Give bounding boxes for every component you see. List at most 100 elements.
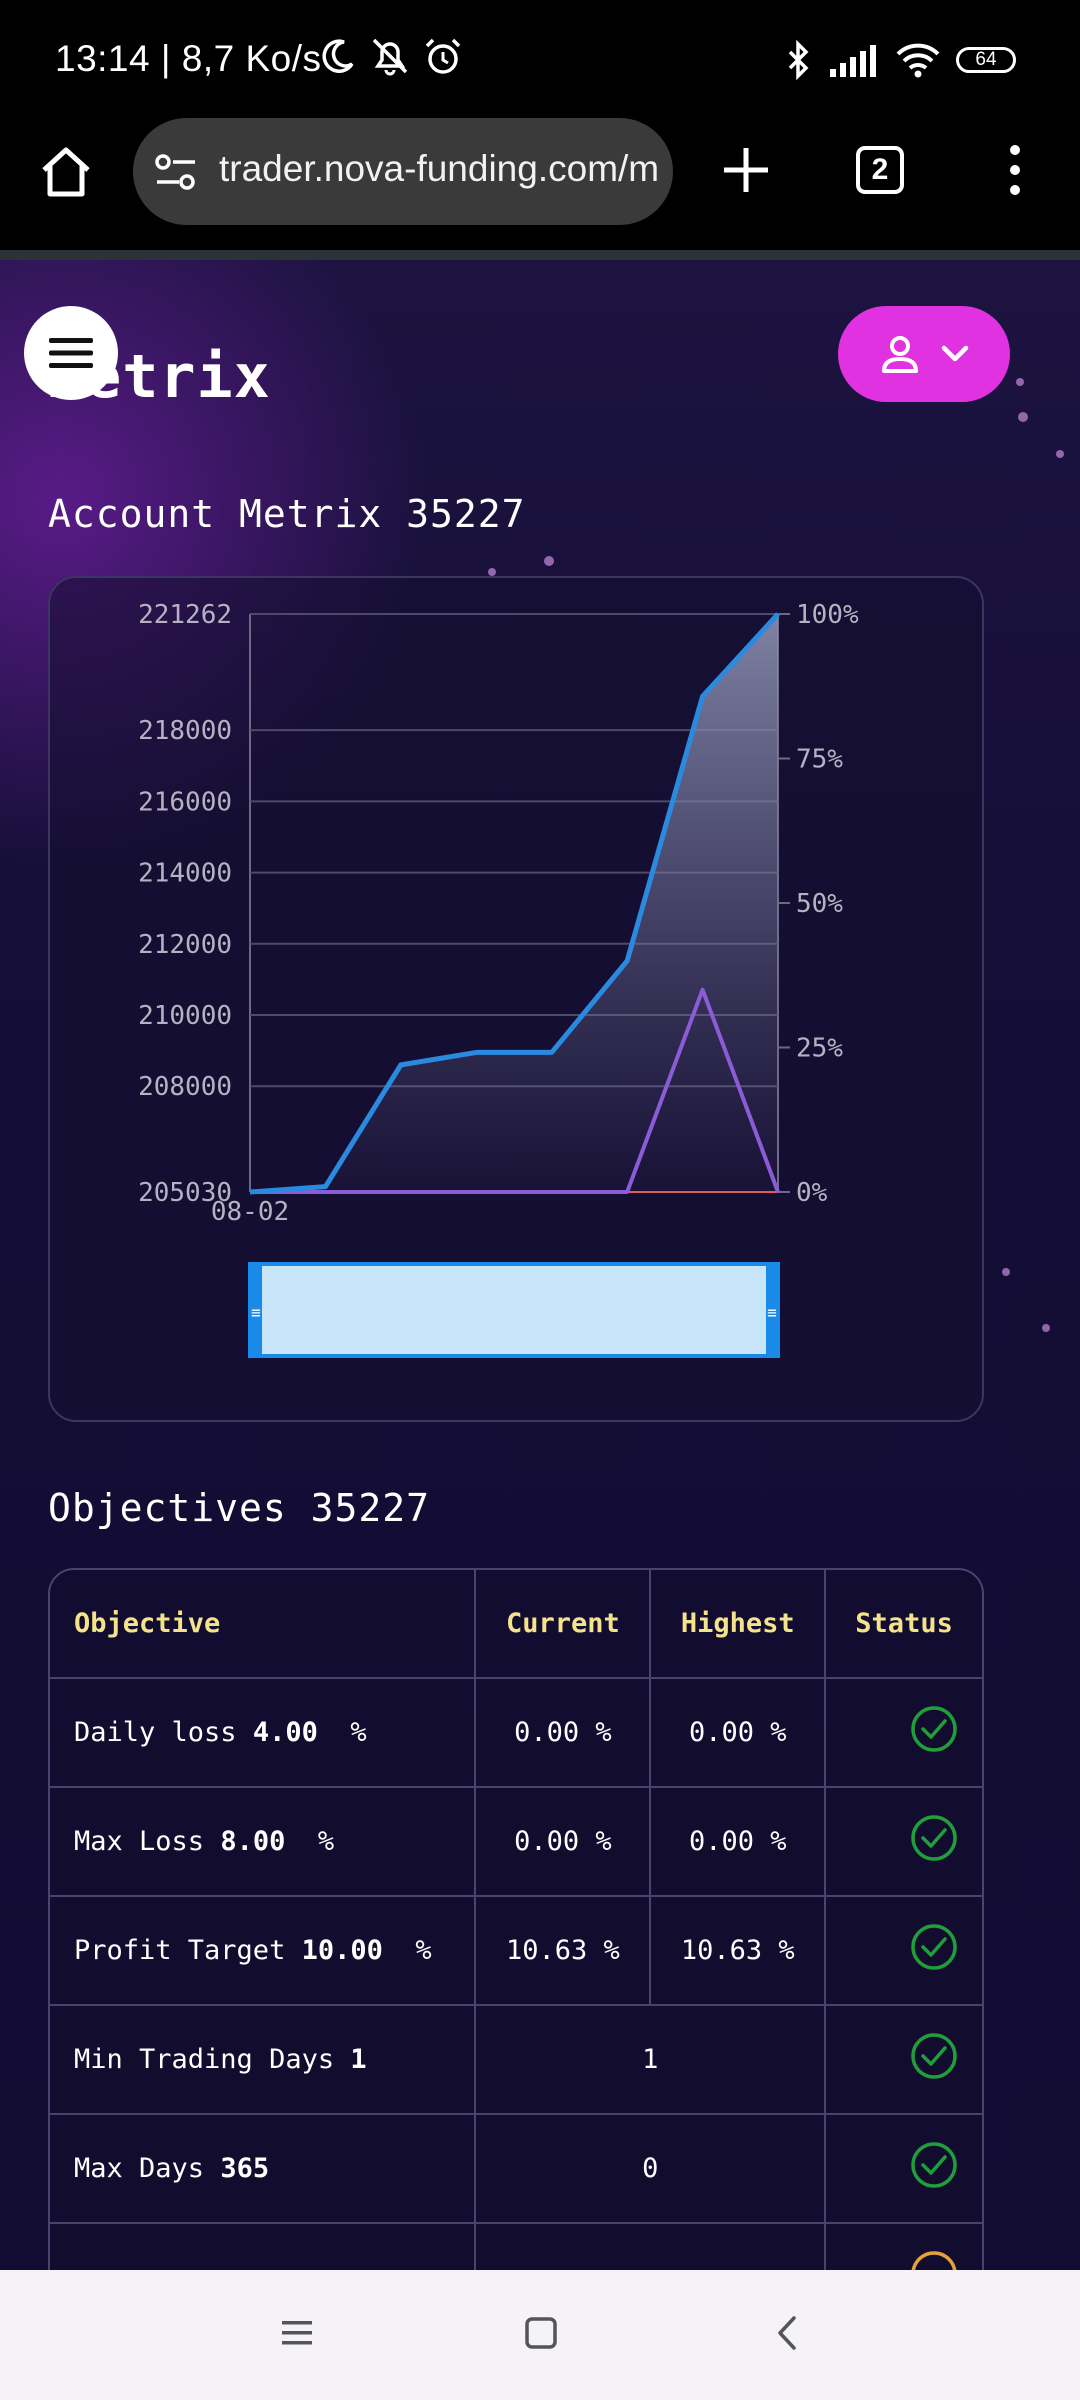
- objective-value: 4.00: [252, 1717, 318, 1748]
- objective-cell: [50, 2224, 477, 2270]
- right-axis-tick-label: 0%: [796, 1178, 828, 1208]
- table-row: Min Trading Days 1 1: [50, 2006, 982, 2115]
- table-row: Max Days 365 0: [50, 2115, 982, 2224]
- objective-cell: Max Days 365: [50, 2115, 477, 2224]
- site-settings-icon[interactable]: [153, 150, 199, 194]
- moon-icon: [322, 39, 354, 73]
- objective-label: Profit Target: [74, 1935, 302, 1966]
- user-menu-button[interactable]: [838, 306, 1010, 402]
- page-content: Metrix Account Metrix 35227 221262 21800…: [0, 260, 1080, 2270]
- highest-value: 10.63 %: [651, 1897, 827, 2006]
- tab-switcher-button[interactable]: 2: [856, 146, 904, 194]
- status-right-icons: 64: [784, 40, 1016, 80]
- account-metrix-heading: Account Metrix 35227: [48, 492, 526, 536]
- home-icon[interactable]: [36, 142, 96, 202]
- signal-icon: [830, 45, 876, 77]
- battery-indicator: 64: [956, 47, 1016, 73]
- table-row: Profit Target 10.00 % 10.63 % 10.63 %: [50, 1897, 982, 2006]
- check-circle-icon: [911, 1924, 957, 1970]
- highest-value: 0.00 %: [651, 1679, 827, 1788]
- home-nav-icon[interactable]: [524, 2316, 558, 2350]
- decor-dot: [1056, 450, 1064, 458]
- objective-label: Max Days: [74, 2153, 221, 2184]
- status-cell: [826, 1788, 982, 1897]
- url-bar[interactable]: trader.nova-funding.com/metrix: [133, 118, 673, 225]
- status-cell: [826, 1679, 982, 1788]
- decor-dot: [1042, 1324, 1050, 1332]
- wifi-icon: [896, 43, 940, 78]
- objective-value: 1: [350, 2044, 367, 2075]
- status-time-speed: 13:14 | 8,7 Ko/s: [55, 38, 322, 79]
- status-cell: [826, 2115, 982, 2224]
- highest-value: 0.00 %: [651, 1788, 827, 1897]
- status-cell: [826, 2224, 982, 2270]
- status-bar: 13:14 | 8,7 Ko/s 64: [0, 0, 1080, 118]
- table-row: Max Loss 8.00 % 0.00 % 0.00 %: [50, 1788, 982, 1897]
- objective-label: Max Loss: [74, 1826, 221, 1857]
- objectives-heading: Objectives 35227: [48, 1486, 431, 1530]
- x-tick-label: 08-02: [211, 1197, 289, 1227]
- chevron-down-icon: [941, 345, 969, 362]
- merged-value: 0: [476, 2115, 827, 2224]
- menu-button[interactable]: [24, 306, 118, 400]
- back-icon[interactable]: [774, 2314, 800, 2352]
- mute-notifications-icon: [372, 38, 408, 76]
- header-status: Status: [826, 1570, 982, 1679]
- merged-value: 1: [476, 2006, 827, 2115]
- objective-value: 8.00: [220, 1826, 286, 1857]
- left-axis-tick-label: 214000: [138, 859, 232, 889]
- objective-label: Min Trading Days: [74, 2044, 351, 2075]
- check-circle-icon: [911, 1706, 957, 1752]
- right-axis-tick-label: 75%: [796, 745, 843, 775]
- objectives-table: Objective Current Highest Status Daily l…: [48, 1568, 984, 2270]
- check-circle-icon: [911, 2033, 957, 2079]
- status-cell: [826, 2006, 982, 2115]
- current-value: 0.00 %: [476, 1679, 652, 1788]
- header-objective: Objective: [50, 1570, 477, 1679]
- right-axis-tick-label: 50%: [796, 889, 843, 919]
- decor-dot: [488, 568, 496, 576]
- decor-dot: [1018, 412, 1028, 422]
- user-icon: [882, 336, 918, 373]
- decor-dot: [1002, 1268, 1010, 1276]
- objective-cell: Daily loss 4.00 %: [50, 1679, 477, 1788]
- recent-apps-icon[interactable]: [280, 2318, 314, 2348]
- more-options-icon[interactable]: [1000, 140, 1030, 200]
- merged-value: [476, 2224, 827, 2270]
- left-axis-tick-label: 210000: [138, 1001, 232, 1031]
- status-left-icons: [318, 36, 464, 78]
- left-axis-tick-label: 216000: [138, 787, 232, 817]
- right-handle-grip: ≡: [767, 1303, 777, 1322]
- metrix-chart-card: 221262 218000 216000 214000 212000 210000 2080…: [48, 576, 984, 1422]
- objective-unit: %: [317, 1717, 367, 1748]
- status-cell: [826, 1897, 982, 2006]
- hamburger-icon: [49, 338, 93, 368]
- objective-cell: Profit Target 10.00 %: [50, 1897, 477, 2006]
- left-axis-tick-label: 208000: [138, 1072, 232, 1102]
- left-axis-tick-label: 212000: [138, 930, 232, 960]
- alarm-icon: [425, 38, 461, 74]
- current-value: 10.63 %: [476, 1897, 652, 2006]
- header-current: Current: [476, 1570, 652, 1679]
- right-axis-tick-label: 100%: [796, 600, 859, 630]
- objective-value: 365: [220, 2153, 270, 2184]
- table-row: Daily loss 4.00 % 0.00 % 0.00 %: [50, 1679, 982, 1788]
- left-axis-tick-label: 221262: [138, 600, 232, 630]
- right-axis-tick-label: 25%: [796, 1034, 843, 1064]
- new-tab-icon[interactable]: [716, 140, 776, 200]
- zoom-slider-track[interactable]: [248, 1262, 780, 1358]
- browser-toolbar: trader.nova-funding.com/metrix 2: [0, 118, 1080, 250]
- decor-dot: [544, 556, 554, 566]
- metrix-chart: 221262 218000 216000 214000 212000 210000 2080…: [138, 600, 859, 1358]
- toolbar-divider: [0, 250, 1080, 260]
- objective-cell: Max Loss 8.00 %: [50, 1788, 477, 1897]
- objective-label: Daily loss: [74, 1717, 253, 1748]
- objective-unit: %: [285, 1826, 335, 1857]
- bluetooth-icon: [788, 40, 809, 80]
- left-handle-grip: ≡: [251, 1303, 261, 1322]
- current-value: 0.00 %: [476, 1788, 652, 1897]
- decor-dot: [1016, 378, 1024, 386]
- system-nav-bar: [0, 2270, 1080, 2400]
- objective-cell: Min Trading Days 1: [50, 2006, 477, 2115]
- check-circle-icon: [911, 2142, 957, 2188]
